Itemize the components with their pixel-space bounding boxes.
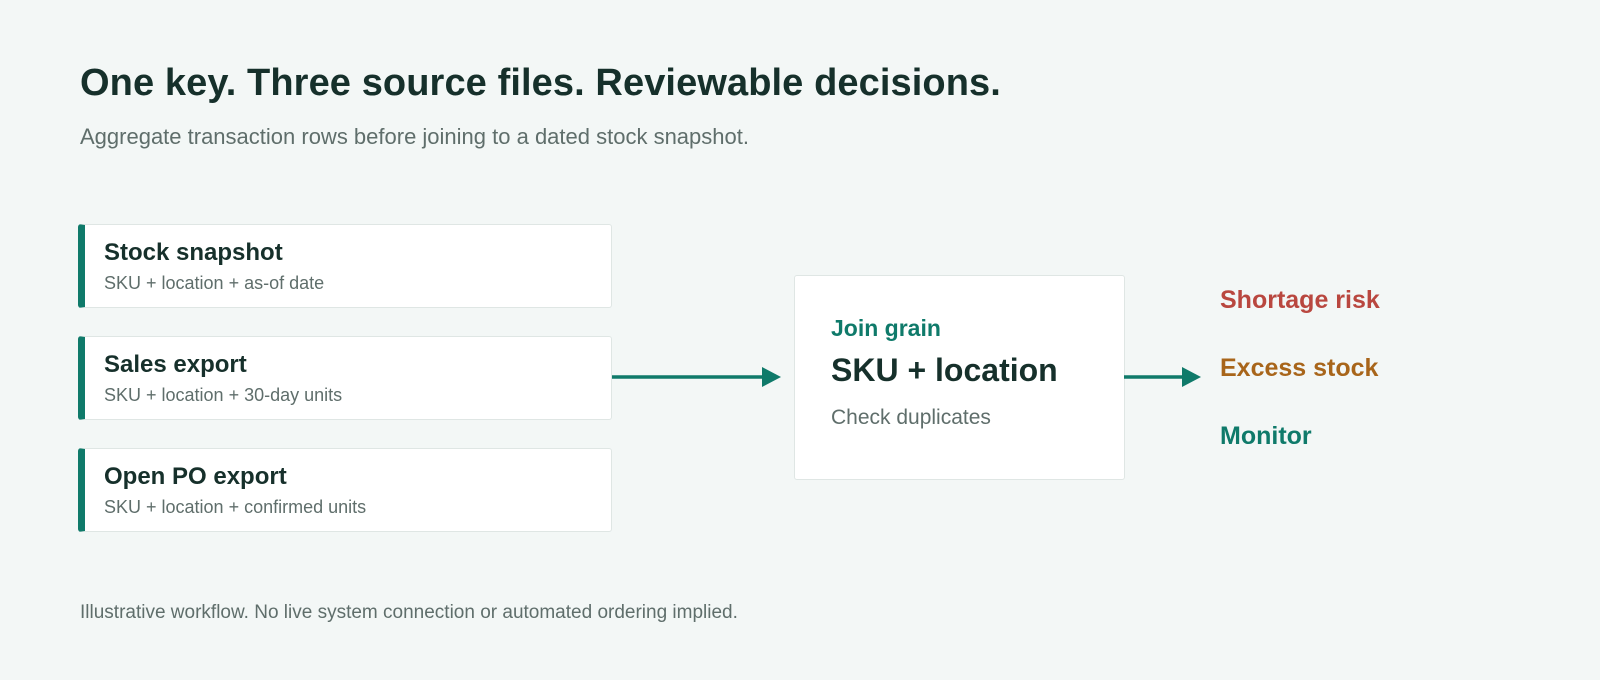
source-card-subtitle: SKU + location + confirmed units: [104, 497, 367, 517]
flow-arrow-to-join: [612, 367, 781, 387]
flow-arrow-to-outcomes: [1124, 367, 1201, 387]
join-grain-box: Join grain SKU + location Check duplicat…: [794, 275, 1125, 480]
source-card-sales-export: Sales export SKU + location + 30-day uni…: [78, 336, 612, 420]
footer-note: Illustrative workflow. No live system co…: [80, 602, 738, 623]
arrow-head: [762, 367, 781, 387]
join-key: SKU + location: [831, 352, 1058, 388]
source-card-open-po-export: Open PO export SKU + location + confirme…: [78, 448, 612, 532]
source-card-subtitle: SKU + location + as-of date: [104, 273, 325, 293]
page-title: One key. Three source files. Reviewable …: [80, 62, 1001, 104]
source-card-subtitle: SKU + location + 30-day units: [104, 385, 343, 405]
source-card-stock-snapshot: Stock snapshot SKU + location + as-of da…: [78, 224, 612, 308]
page-subtitle: Aggregate transaction rows before joinin…: [80, 124, 749, 149]
source-card-title: Open PO export: [104, 463, 287, 490]
arrow-head: [1182, 367, 1201, 387]
outcome-monitor: Monitor: [1220, 422, 1312, 450]
outcome-excess-stock: Excess stock: [1220, 354, 1379, 382]
outcome-shortage-risk: Shortage risk: [1220, 286, 1380, 314]
source-card-title: Sales export: [104, 351, 247, 378]
join-grain-label: Join grain: [831, 315, 941, 341]
source-card-title: Stock snapshot: [104, 239, 283, 266]
join-note: Check duplicates: [831, 406, 991, 429]
